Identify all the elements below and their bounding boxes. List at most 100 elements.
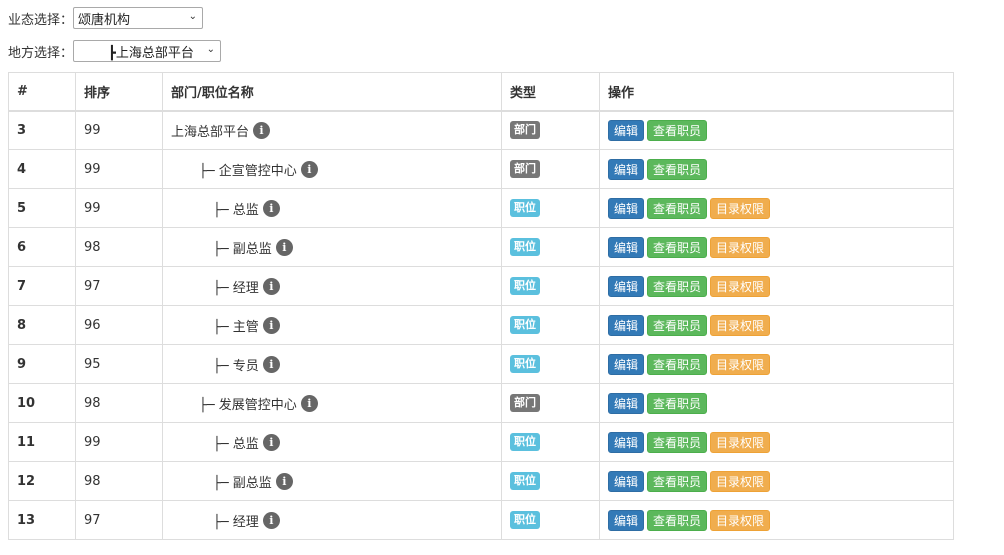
- table-row: 10 98 ├─ 发展管控中心 i 部门 编辑 查看职员: [8, 383, 954, 423]
- edit-button[interactable]: 编辑: [608, 353, 645, 375]
- row-name-cell: ├─ 主管 i: [162, 305, 502, 345]
- row-type-cell: 职位: [501, 461, 600, 501]
- row-name-cell: ├─ 总监 i: [162, 188, 502, 228]
- table-body: 3 99 上海总部平台 i 部门 编辑 查看职员 4 99 ├─ 企宣管控中心 i 部门 编辑 查看职员 5…: [8, 110, 954, 540]
- view-staff-button[interactable]: 查看职员: [647, 470, 708, 492]
- view-staff-button[interactable]: 查看职员: [647, 119, 708, 141]
- row-id: 4: [8, 149, 76, 189]
- header-type[interactable]: 类型: [501, 72, 600, 112]
- row-name: ├─ 专员: [213, 358, 259, 374]
- row-id: 9: [8, 344, 76, 384]
- row-actions: 编辑 查看职员 目录权限: [599, 227, 954, 267]
- view-staff-button[interactable]: 查看职员: [647, 158, 708, 180]
- department-table: # 排序 部门/职位名称 类型 操作 3 99 上海总部平台 i 部门 编辑 查看职员 4 99…: [8, 72, 954, 540]
- table-row: 13 97 ├─ 经理 i 职位 编辑 查看职员 目录权限: [8, 500, 954, 540]
- header-name[interactable]: 部门/职位名称: [162, 72, 502, 112]
- table-row: 5 99 ├─ 总监 i 职位 编辑 查看职员 目录权限: [8, 188, 954, 228]
- type-badge: 职位: [510, 199, 540, 217]
- table-row: 6 98 ├─ 副总监 i 职位 编辑 查看职员 目录权限: [8, 227, 954, 267]
- view-staff-button[interactable]: 查看职员: [647, 353, 708, 375]
- row-id: 5: [8, 188, 76, 228]
- info-icon[interactable]: i: [262, 199, 280, 217]
- view-staff-button[interactable]: 查看职员: [647, 431, 708, 453]
- row-actions: 编辑 查看职员 目录权限: [599, 188, 954, 228]
- edit-button[interactable]: 编辑: [608, 197, 645, 219]
- type-badge: 职位: [510, 472, 540, 490]
- info-icon[interactable]: i: [275, 238, 293, 256]
- row-name: ├─ 经理: [213, 514, 259, 530]
- row-name: ├─ 企宣管控中心: [199, 163, 297, 179]
- edit-button[interactable]: 编辑: [608, 314, 645, 336]
- row-sort: 98: [75, 461, 163, 501]
- table-row: 4 99 ├─ 企宣管控中心 i 部门 编辑 查看职员: [8, 149, 954, 189]
- directory-permission-button[interactable]: 目录权限: [710, 470, 771, 492]
- view-staff-button[interactable]: 查看职员: [647, 197, 708, 219]
- row-name-cell: ├─ 经理 i: [162, 266, 502, 306]
- row-name: ├─ 发展管控中心: [199, 397, 297, 413]
- header-actions: 操作: [599, 72, 954, 112]
- row-name-cell: ├─ 总监 i: [162, 422, 502, 462]
- edit-button[interactable]: 编辑: [608, 119, 645, 141]
- info-icon[interactable]: i: [262, 511, 280, 529]
- row-type-cell: 职位: [501, 422, 600, 462]
- info-icon[interactable]: i: [262, 433, 280, 451]
- edit-button[interactable]: 编辑: [608, 470, 645, 492]
- row-id: 6: [8, 227, 76, 267]
- type-badge: 职位: [510, 277, 540, 295]
- type-badge: 职位: [510, 316, 540, 334]
- row-type-cell: 部门: [501, 110, 600, 150]
- row-type-cell: 职位: [501, 500, 600, 540]
- view-staff-button[interactable]: 查看职员: [647, 275, 708, 297]
- row-id: 13: [8, 500, 76, 540]
- view-staff-button[interactable]: 查看职员: [647, 236, 708, 258]
- directory-permission-button[interactable]: 目录权限: [710, 509, 771, 531]
- row-name: ├─ 副总监: [213, 241, 272, 257]
- row-name: ├─ 主管: [213, 319, 259, 335]
- table-row: 8 96 ├─ 主管 i 职位 编辑 查看职员 目录权限: [8, 305, 954, 345]
- business-select[interactable]: 颂唐机构 ⌄: [73, 7, 204, 29]
- directory-permission-button[interactable]: 目录权限: [710, 236, 771, 258]
- row-actions: 编辑 查看职员: [599, 383, 954, 423]
- info-icon[interactable]: i: [275, 472, 293, 490]
- row-name: ├─ 总监: [213, 436, 259, 452]
- view-staff-button[interactable]: 查看职员: [647, 509, 708, 531]
- row-id: 11: [8, 422, 76, 462]
- info-icon[interactable]: i: [262, 355, 280, 373]
- edit-button[interactable]: 编辑: [608, 509, 645, 531]
- edit-button[interactable]: 编辑: [608, 158, 645, 180]
- table-row: 7 97 ├─ 经理 i 职位 编辑 查看职员 目录权限: [8, 266, 954, 306]
- info-icon[interactable]: i: [300, 394, 318, 412]
- edit-button[interactable]: 编辑: [608, 431, 645, 453]
- row-name: ├─ 副总监: [213, 475, 272, 491]
- table-row: 9 95 ├─ 专员 i 职位 编辑 查看职员 目录权限: [8, 344, 954, 384]
- view-staff-button[interactable]: 查看职员: [647, 314, 708, 336]
- row-type-cell: 部门: [501, 383, 600, 423]
- row-type-cell: 职位: [501, 305, 600, 345]
- row-sort: 95: [75, 344, 163, 384]
- edit-button[interactable]: 编辑: [608, 236, 645, 258]
- header-sort[interactable]: 排序: [75, 72, 163, 112]
- row-name: ├─ 总监: [213, 202, 259, 218]
- region-select[interactable]: ┣上海总部平台 ⌄: [73, 40, 222, 62]
- row-sort: 98: [75, 383, 163, 423]
- info-icon[interactable]: i: [262, 316, 280, 334]
- row-name-cell: ├─ 专员 i: [162, 344, 502, 384]
- row-actions: 编辑 查看职员: [599, 149, 954, 189]
- directory-permission-button[interactable]: 目录权限: [710, 431, 771, 453]
- view-staff-button[interactable]: 查看职员: [647, 392, 708, 414]
- row-name-cell: ├─ 企宣管控中心 i: [162, 149, 502, 189]
- chevron-down-icon: ⌄: [206, 44, 216, 55]
- table-row: 3 99 上海总部平台 i 部门 编辑 查看职员: [8, 110, 954, 150]
- edit-button[interactable]: 编辑: [608, 275, 645, 297]
- directory-permission-button[interactable]: 目录权限: [710, 275, 771, 297]
- directory-permission-button[interactable]: 目录权限: [710, 353, 771, 375]
- table-row: 12 98 ├─ 副总监 i 职位 编辑 查看职员 目录权限: [8, 461, 954, 501]
- directory-permission-button[interactable]: 目录权限: [710, 314, 771, 336]
- row-sort: 96: [75, 305, 163, 345]
- info-icon[interactable]: i: [262, 277, 280, 295]
- row-sort: 99: [75, 422, 163, 462]
- info-icon[interactable]: i: [253, 121, 271, 139]
- directory-permission-button[interactable]: 目录权限: [710, 197, 771, 219]
- info-icon[interactable]: i: [300, 160, 318, 178]
- edit-button[interactable]: 编辑: [608, 392, 645, 414]
